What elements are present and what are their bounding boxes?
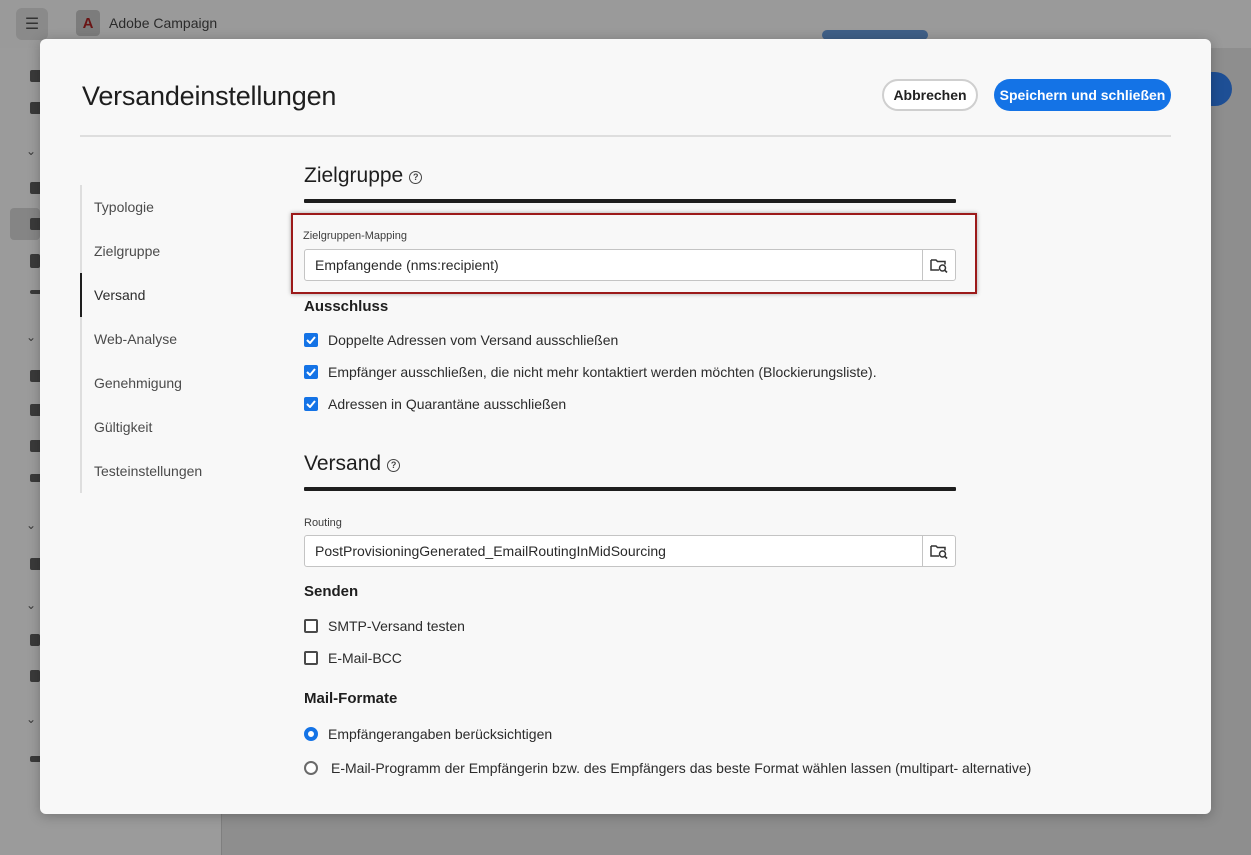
chevron-down-icon: ⌄ (26, 598, 37, 612)
exclusion-heading: Ausschluss (304, 298, 389, 315)
radio-selected-icon[interactable] (304, 727, 318, 741)
checkbox-label: Doppelte Adressen vom Versand ausschließ… (328, 332, 619, 348)
chevron-down-icon: ⌄ (26, 330, 37, 344)
audience-mapping-value[interactable]: Empfangende (nms:recipient) (305, 250, 922, 280)
radio-label: Empfängerangaben berücksichtigen (328, 726, 553, 742)
dialog-title: Versandeinstellungen (82, 81, 337, 111)
routing-value[interactable]: PostProvisioningGenerated_EmailRoutingIn… (305, 536, 922, 566)
checkbox-unchecked-icon[interactable] (304, 619, 318, 633)
email-bcc-checkbox[interactable]: E-Mail-BCC (304, 650, 402, 666)
nav-item-zielgruppe[interactable]: Zielgruppe (82, 229, 250, 273)
header-divider (80, 135, 1171, 137)
checkbox-checked-icon[interactable] (304, 365, 318, 379)
hamburger-menu-button[interactable]: ☰ (16, 8, 48, 40)
nav-item-versand[interactable]: Versand (80, 273, 250, 317)
chevron-down-icon: ⌄ (26, 518, 37, 532)
exclude-quarantine-checkbox[interactable]: Adressen in Quarantäne ausschließen (304, 396, 566, 412)
routing-picker-button[interactable] (922, 536, 955, 566)
audience-mapping-picker-button[interactable] (922, 250, 955, 280)
checkbox-checked-icon[interactable] (304, 397, 318, 411)
play-icon (30, 670, 40, 682)
mail-formats-heading: Mail-Formate (304, 690, 398, 707)
save-and-close-button[interactable]: Speichern und schließen (994, 79, 1171, 111)
format-multipart-radio[interactable]: E-Mail-Programm der Empfängerin bzw. des… (304, 760, 1031, 776)
audience-mapping-field[interactable]: Empfangende (nms:recipient) (304, 249, 956, 281)
hamburger-icon: ☰ (24, 16, 40, 33)
exclude-blocklist-checkbox[interactable]: Empfänger ausschließen, die nicht mehr k… (304, 364, 877, 380)
app-title: Adobe Campaign (109, 15, 218, 31)
delivery-section-bar (304, 487, 956, 491)
radio-label: E-Mail-Programm der Empfängerin bzw. des… (331, 760, 1032, 776)
settings-nav: Typologie Zielgruppe Versand Web-Analyse… (80, 185, 250, 493)
radio-unselected-icon[interactable] (304, 761, 318, 775)
audience-heading-text: Zielgruppe (304, 164, 404, 187)
checkbox-label: Empfänger ausschließen, die nicht mehr k… (328, 364, 877, 380)
chevron-down-icon: ⌄ (26, 144, 37, 158)
checkbox-label: Adressen in Quarantäne ausschließen (328, 396, 567, 412)
adobe-logo: A (76, 10, 100, 36)
exclude-duplicates-checkbox[interactable]: Doppelte Adressen vom Versand ausschließ… (304, 332, 618, 348)
checkbox-checked-icon[interactable] (304, 333, 318, 347)
format-recipient-preference-radio[interactable]: Empfängerangaben berücksichtigen (304, 726, 552, 742)
nav-item-testeinstellungen[interactable]: Testeinstellungen (82, 449, 250, 493)
routing-label: Routing (304, 517, 342, 529)
smtp-test-checkbox[interactable]: SMTP-Versand testen (304, 618, 465, 634)
delivery-heading-text: Versand (304, 452, 382, 475)
checkbox-unchecked-icon[interactable] (304, 651, 318, 665)
audience-mapping-label: Zielgruppen-Mapping (303, 230, 407, 242)
checkbox-label: SMTP-Versand testen (328, 618, 465, 634)
delivery-settings-dialog: Versandeinstellungen Abbrechen Speichern… (40, 39, 1211, 814)
send-heading: Senden (304, 583, 359, 600)
folder-search-icon (930, 259, 948, 273)
nav-item-gueltigkeit[interactable]: Gültigkeit (82, 405, 250, 449)
document-icon (30, 254, 40, 268)
help-icon[interactable]: ? (387, 459, 401, 472)
nav-item-genehmigung[interactable]: Genehmigung (82, 361, 250, 405)
chevron-down-icon: ⌄ (26, 712, 37, 726)
delivery-section-heading: Versand ? (304, 452, 401, 476)
folder-search-icon (930, 545, 948, 559)
routing-field[interactable]: PostProvisioningGenerated_EmailRoutingIn… (304, 535, 956, 567)
star-icon (30, 634, 40, 646)
help-icon[interactable]: ? (409, 171, 423, 184)
cancel-button[interactable]: Abbrechen (882, 79, 978, 111)
checkbox-label: E-Mail-BCC (328, 650, 402, 666)
audience-section-bar (304, 199, 956, 203)
audience-section-heading: Zielgruppe ? (304, 164, 423, 188)
nav-item-typologie[interactable]: Typologie (82, 185, 250, 229)
nav-item-web-analyse[interactable]: Web-Analyse (82, 317, 250, 361)
